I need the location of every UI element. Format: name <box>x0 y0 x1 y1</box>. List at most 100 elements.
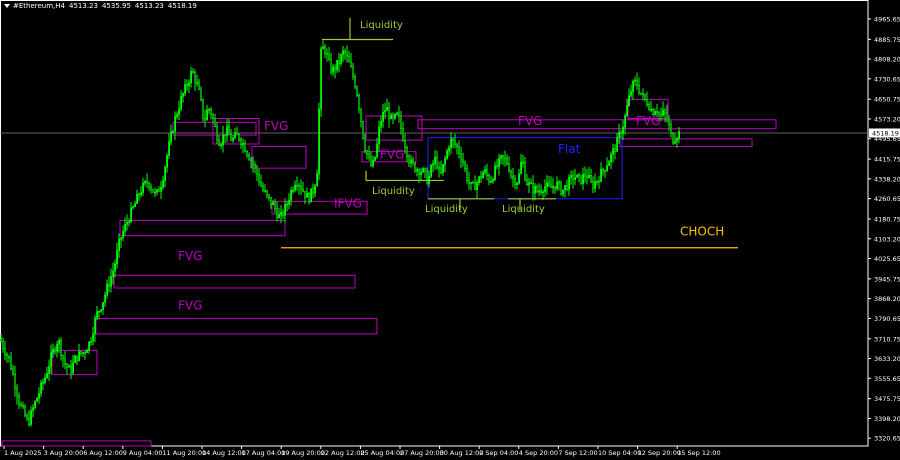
candle-body <box>240 139 243 145</box>
candle-body <box>358 95 361 110</box>
candle-body <box>94 317 97 335</box>
candle-body <box>280 212 283 216</box>
candle-body <box>170 131 173 143</box>
candle-body <box>132 206 135 209</box>
candle-body <box>346 52 349 57</box>
candle-body <box>672 132 675 144</box>
candle-body <box>342 50 345 55</box>
candle-body <box>108 283 111 287</box>
candle-body <box>604 169 607 172</box>
candle-body <box>254 164 257 168</box>
candle-body <box>150 186 153 190</box>
candle-body <box>224 134 227 136</box>
candle-body <box>82 352 85 354</box>
annotation-fvg: FVG <box>636 114 660 128</box>
candle-body <box>122 231 125 238</box>
candle-body <box>238 133 241 140</box>
candle-body <box>106 283 109 296</box>
candle-body <box>188 82 191 87</box>
x-tick-label: 14 Aug 12:00 <box>202 449 246 457</box>
candle-body <box>262 185 265 191</box>
candle-body <box>580 175 583 185</box>
annotation-liquidity: Liquidity <box>360 20 403 31</box>
close-value: 4518.19 <box>167 2 197 10</box>
candle-body <box>368 153 371 158</box>
candle-body <box>356 86 359 96</box>
fvg-zone-box-0 <box>1 440 152 447</box>
candle-body <box>70 366 73 374</box>
candle-body <box>226 126 229 136</box>
candle-body <box>444 158 447 165</box>
candle-body <box>26 415 29 419</box>
candle-body <box>340 54 343 64</box>
candle-body <box>626 105 629 117</box>
candle-body <box>276 208 279 219</box>
candle-body <box>664 109 667 114</box>
candle-body <box>366 150 369 155</box>
candle-body <box>552 186 555 188</box>
x-tick-label: 19 Aug 20:00 <box>281 449 325 457</box>
candle-body <box>320 48 323 110</box>
candle-body <box>462 159 465 164</box>
candle-body <box>286 203 289 206</box>
x-tick-label: 27 Aug 20:00 <box>400 449 444 457</box>
candle-body <box>426 170 429 184</box>
candle-body <box>670 124 673 134</box>
dropdown-triangle-icon[interactable] <box>4 4 10 8</box>
candle-body <box>42 382 45 384</box>
candle-body <box>530 182 533 184</box>
candle-body <box>396 112 399 115</box>
candle-body <box>36 397 39 402</box>
x-tick-label: 6 Aug 12:00 <box>83 449 123 457</box>
y-tick-label: 3398.20 <box>874 415 900 423</box>
candle-body <box>52 348 55 354</box>
candle-body <box>572 175 575 180</box>
candle-body <box>0 338 3 342</box>
candle-body <box>24 406 27 417</box>
candle-body <box>110 276 113 287</box>
x-tick-label: 12 Sep 20:00 <box>638 449 681 457</box>
candle-body <box>208 109 211 111</box>
y-tick-label: 4338.20 <box>874 175 900 183</box>
candle-body <box>140 192 143 196</box>
candle-body <box>430 164 433 177</box>
candle-body <box>502 155 505 158</box>
candle-body <box>114 263 117 272</box>
candle-body <box>390 114 393 120</box>
price-chart[interactable]: Liquidity FVG FVG FVG FVG Flat IFVG Liquidity Li… <box>0 0 900 460</box>
candle-body <box>334 66 337 71</box>
candle-body <box>134 203 137 208</box>
candle-body <box>146 181 149 184</box>
candle-body <box>60 340 63 356</box>
candle-body <box>380 120 383 128</box>
candle-body <box>304 191 307 198</box>
candle-body <box>270 197 273 206</box>
candle-body <box>232 137 235 141</box>
x-tick-label: 22 Aug 12:00 <box>321 449 365 457</box>
candle-body <box>364 138 367 151</box>
candle-body <box>466 167 469 181</box>
candle-body <box>198 82 201 90</box>
candle-body <box>176 114 179 117</box>
candle-body <box>6 354 9 357</box>
candle-body <box>468 180 471 184</box>
candle-body <box>40 382 43 394</box>
candle-body <box>576 174 579 178</box>
candle-body <box>294 184 297 191</box>
candle-body <box>484 169 487 173</box>
candle-body <box>646 98 649 105</box>
candle-body <box>556 181 559 189</box>
candle-body <box>288 199 291 205</box>
candle-body <box>436 156 439 168</box>
candle-body <box>316 173 319 187</box>
candle-body <box>378 126 381 145</box>
candle-body <box>472 181 475 184</box>
y-tick-label: 4650.75 <box>874 96 900 104</box>
candle-body <box>584 174 587 177</box>
candle-body <box>350 61 353 68</box>
annotation-choch: CHOCH <box>680 225 724 239</box>
candle-body <box>66 363 69 368</box>
candle-body <box>592 181 595 189</box>
y-tick-label: 4103.20 <box>874 235 900 243</box>
candle-body <box>370 156 373 166</box>
